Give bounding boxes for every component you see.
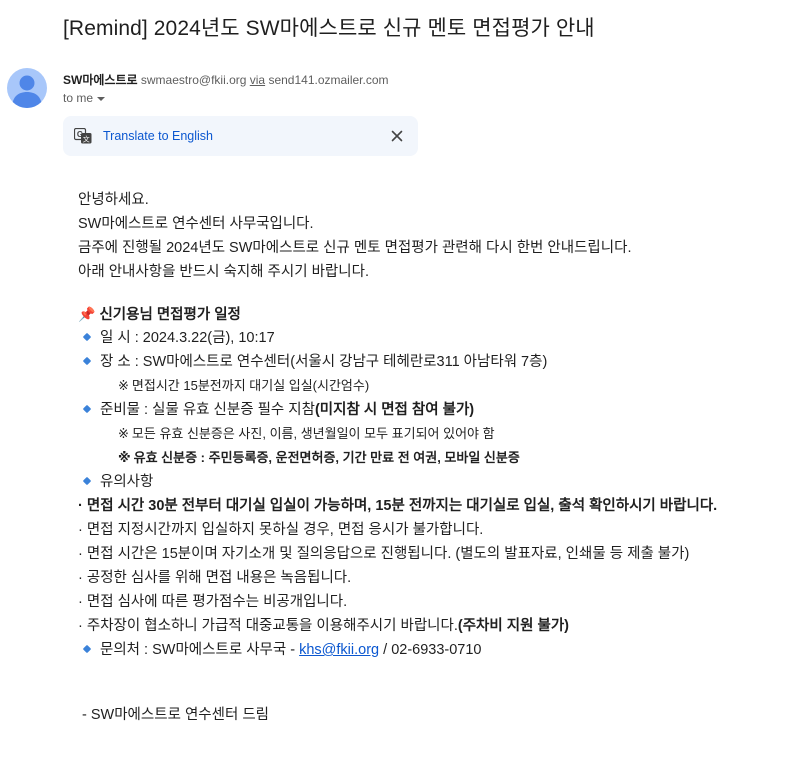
notes-title: 유의사항 bbox=[78, 470, 717, 494]
note-text: 면접 지정시간까지 입실하지 못하실 경우, 면접 응시가 불가합니다. bbox=[86, 522, 484, 538]
greeting: 안녕하세요. bbox=[78, 192, 149, 208]
person-icon bbox=[12, 75, 42, 108]
sender-avatar[interactable] bbox=[7, 68, 47, 108]
small-blue-diamond-icon bbox=[82, 404, 92, 414]
prep-note: ※ 모든 유효 신분증은 사진, 이름, 생년월일이 모두 표기되어 있어야 함 bbox=[78, 422, 717, 446]
note-text: 공정한 심사를 위해 면접 내용은 녹음됩니다. bbox=[86, 570, 352, 586]
pushpin-icon: 📌 bbox=[78, 306, 96, 322]
note-text: 주차장이 협소하니 가급적 대중교통을 이용해주시기 바랍니다. bbox=[86, 618, 458, 634]
date-text: 일 시 : 2024.3.22(금), 10:17 bbox=[100, 330, 275, 346]
intro-line: SW마에스트로 연수센터 사무국입니다. bbox=[78, 216, 314, 232]
schedule-preparation: 준비물 : 실물 유효 신분증 필수 지참(미지참 시 면접 참여 불가) bbox=[78, 398, 717, 422]
middle-dot: · bbox=[78, 498, 83, 514]
note-text: 면접 시간 30분 전부터 대기실 입실이 가능하며, 15분 전까지는 대기실… bbox=[86, 498, 718, 514]
note-item: · 면접 시간은 15분이며 자기소개 및 질의응답으로 진행됩니다. (별도의… bbox=[78, 542, 717, 566]
translate-to-english-link[interactable]: Translate to English bbox=[103, 129, 213, 143]
place-note-text: 면접시간 15분전까지 대기실 입실(시간엄수) bbox=[131, 378, 370, 393]
prep-text: 준비물 : 실물 유효 신분증 필수 지참 bbox=[100, 402, 315, 418]
sender-line: SW마에스트로 swmaestro@fkii.org via send141.o… bbox=[63, 71, 389, 88]
chevron-down-icon bbox=[97, 97, 106, 101]
sender-name[interactable]: SW마에스트로 bbox=[63, 73, 138, 87]
schedule-date: 일 시 : 2024.3.22(금), 10:17 bbox=[78, 326, 717, 350]
note-item: · 면접 시간 30분 전부터 대기실 입실이 가능하며, 15분 전까지는 대… bbox=[78, 494, 717, 518]
contact-line: 문의처 : SW마에스트로 사무국 - khs@fkii.org / 02-69… bbox=[78, 638, 717, 662]
prep-note-text: 모든 유효 신분증은 사진, 이름, 생년월일이 모두 표기되어 있어야 함 bbox=[131, 426, 495, 441]
schedule-title-text: 신기용님 면접평가 일정 bbox=[99, 307, 241, 323]
note-text: 면접 심사에 따른 평가점수는 비공개입니다. bbox=[86, 594, 348, 610]
note-item: · 공정한 심사를 위해 면접 내용은 녹음됩니다. bbox=[78, 566, 717, 590]
reference-mark: ※ bbox=[118, 426, 129, 441]
parking-warning: (주차비 지원 불가) bbox=[457, 618, 569, 634]
small-blue-diamond-icon bbox=[82, 476, 92, 486]
prep-warning: (미지참 시 면접 참여 불가) bbox=[314, 402, 475, 418]
email-body: 안녕하세요. SW마에스트로 연수센터 사무국입니다. 금주에 진행될 2024… bbox=[78, 188, 717, 662]
reference-mark: ※ bbox=[118, 450, 131, 465]
notes-title-text: 유의사항 bbox=[100, 474, 154, 490]
intro-line: 금주에 진행될 2024년도 SW마에스트로 신규 멘토 면접평가 관련해 다시… bbox=[78, 240, 632, 256]
svg-text:文: 文 bbox=[83, 135, 90, 144]
small-blue-diamond-icon bbox=[82, 356, 92, 366]
contact-email-link[interactable]: khs@fkii.org bbox=[299, 642, 379, 658]
sender-relay: send141.ozmailer.com bbox=[268, 73, 389, 87]
reference-mark: ※ bbox=[118, 378, 129, 393]
close-icon[interactable] bbox=[388, 127, 406, 145]
sender-email: swmaestro@fkii.org bbox=[140, 73, 247, 87]
contact-phone: / 02-6933-0710 bbox=[379, 642, 482, 658]
middle-dot: · bbox=[78, 594, 83, 610]
contact-text: 문의처 : SW마에스트로 사무국 - bbox=[100, 642, 300, 658]
small-blue-diamond-icon bbox=[82, 332, 92, 342]
note-item: · 주차장이 협소하니 가급적 대중교통을 이용해주시기 바랍니다.(주차비 지… bbox=[78, 614, 717, 638]
schedule-title: 📌 신기용님 면접평가 일정 bbox=[78, 302, 717, 326]
intro-line: 아래 안내사항을 반드시 숙지해 주시기 바랍니다. bbox=[78, 264, 369, 280]
sender-via-link[interactable]: via bbox=[250, 73, 265, 87]
prep-note-text: 유효 신분증 : 주민등록증, 운전면허증, 기간 만료 전 여권, 모바일 신… bbox=[133, 450, 520, 465]
note-item: · 면접 지정시간까지 입실하지 못하실 경우, 면접 응시가 불가합니다. bbox=[78, 518, 717, 542]
note-text: 면접 시간은 15분이며 자기소개 및 질의응답으로 진행됩니다. (별도의 발… bbox=[86, 546, 690, 562]
recipient-details-toggle[interactable]: to me bbox=[63, 91, 106, 105]
middle-dot: · bbox=[78, 570, 83, 586]
note-item: · 면접 심사에 따른 평가점수는 비공개입니다. bbox=[78, 590, 717, 614]
email-subject: [Remind] 2024년도 SW마에스트로 신규 멘토 면접평가 안내 bbox=[63, 17, 595, 40]
place-note: ※ 면접시간 15분전까지 대기실 입실(시간엄수) bbox=[78, 374, 717, 398]
prep-note: ※ 유효 신분증 : 주민등록증, 운전면허증, 기간 만료 전 여권, 모바일 … bbox=[78, 446, 717, 470]
middle-dot: · bbox=[78, 618, 83, 634]
schedule-place: 장 소 : SW마에스트로 연수센터(서울시 강남구 테헤란로311 아남타워 … bbox=[78, 350, 717, 374]
place-text: 장 소 : SW마에스트로 연수센터(서울시 강남구 테헤란로311 아남타워 … bbox=[100, 354, 548, 370]
middle-dot: · bbox=[78, 546, 83, 562]
small-blue-diamond-icon bbox=[82, 644, 92, 654]
to-label: to me bbox=[63, 91, 94, 105]
signature: - SW마에스트로 연수센터 드림 bbox=[82, 707, 270, 723]
middle-dot: · bbox=[78, 522, 83, 538]
translate-icon: G 文 bbox=[74, 128, 92, 144]
translate-bar: G 文 Translate to English bbox=[63, 116, 418, 156]
